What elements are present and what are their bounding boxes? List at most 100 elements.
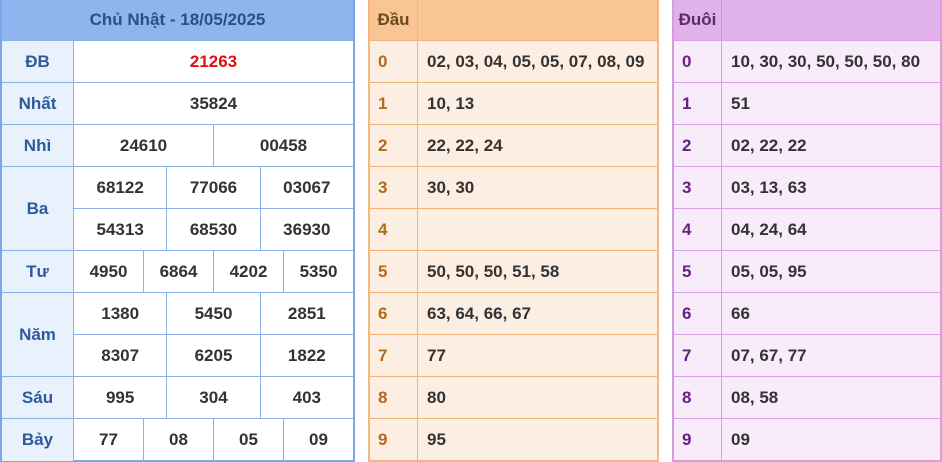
dau-values: 80 xyxy=(427,387,446,407)
special-prize-number: 21263 xyxy=(189,51,238,71)
prize-number: 2851 xyxy=(259,293,353,334)
prize-name: ĐB xyxy=(2,41,74,82)
duoi-key: 0 xyxy=(674,41,722,82)
prize-row-db: ĐB 21263 xyxy=(2,40,353,82)
prize-row-bay: Bảy 77 08 05 09 xyxy=(2,418,353,461)
prize-number: 03067 xyxy=(259,167,353,208)
dau-values: 95 xyxy=(427,429,446,449)
prize-number: 4202 xyxy=(213,251,283,292)
prize-number: 403 xyxy=(259,377,353,418)
prize-name: Tư xyxy=(2,251,74,292)
duoi-row: 9 09 xyxy=(674,418,940,460)
dau-key: 6 xyxy=(370,293,418,334)
prize-number: 54313 xyxy=(96,219,144,239)
prize-number: 304 xyxy=(166,377,259,418)
prize-number: 4950 xyxy=(89,261,128,281)
dau-header-label: Đầu xyxy=(370,0,418,40)
prize-row-nhi: Nhì 24610 00458 xyxy=(2,124,353,166)
duoi-header: Đuôi xyxy=(674,0,940,40)
prize-number: 68122 xyxy=(96,177,144,197)
dau-values: 50, 50, 50, 51, 58 xyxy=(427,261,560,281)
prize-number: 77066 xyxy=(166,167,259,208)
prize-number: 5350 xyxy=(283,251,353,292)
dau-values: 10, 13 xyxy=(427,93,475,113)
prize-name: Năm xyxy=(2,293,74,376)
dau-row: 0 02, 03, 04, 05, 05, 07, 08, 09 xyxy=(370,40,657,82)
prize-name: Nhì xyxy=(2,125,74,166)
dau-row: 3 30, 30 xyxy=(370,166,657,208)
dau-key: 7 xyxy=(370,335,418,376)
duoi-table: Đuôi 0 10, 30, 30, 50, 50, 50, 80 1 51 2 02… xyxy=(672,0,942,462)
dau-values: 02, 03, 04, 05, 05, 07, 08, 09 xyxy=(427,51,645,71)
duoi-row: 6 66 xyxy=(674,292,940,334)
prize-row-tu: Tư 4950 6864 4202 5350 xyxy=(2,250,353,292)
dau-key: 9 xyxy=(370,419,418,460)
prize-name: Nhất xyxy=(2,83,74,124)
prize-number: 24610 xyxy=(119,135,168,155)
duoi-values: 05, 05, 95 xyxy=(731,261,807,281)
duoi-row: 5 05, 05, 95 xyxy=(674,250,940,292)
duoi-values: 51 xyxy=(731,93,750,113)
duoi-row: 0 10, 30, 30, 50, 50, 50, 80 xyxy=(674,40,940,82)
prize-row-nam: Năm 1380 5450 2851 8307 6205 1822 xyxy=(2,292,353,376)
duoi-row: 3 03, 13, 63 xyxy=(674,166,940,208)
dau-values: 22, 22, 24 xyxy=(427,135,503,155)
duoi-key: 5 xyxy=(674,251,722,292)
dau-row: 4 xyxy=(370,208,657,250)
duoi-values: 66 xyxy=(731,303,750,323)
duoi-values: 07, 67, 77 xyxy=(731,345,807,365)
dau-row: 5 50, 50, 50, 51, 58 xyxy=(370,250,657,292)
dau-row: 7 77 xyxy=(370,334,657,376)
duoi-row: 1 51 xyxy=(674,82,940,124)
prize-number: 1380 xyxy=(101,303,140,323)
duoi-values: 09 xyxy=(731,429,750,449)
prize-row-ba: Ba 68122 77066 03067 54313 68530 36930 xyxy=(2,166,353,250)
dau-key: 3 xyxy=(370,167,418,208)
prize-number: 5450 xyxy=(166,293,259,334)
dau-row: 1 10, 13 xyxy=(370,82,657,124)
dau-key: 1 xyxy=(370,83,418,124)
results-title: Chủ Nhật - 18/05/2025 xyxy=(2,0,353,40)
dau-row: 2 22, 22, 24 xyxy=(370,124,657,166)
prize-number: 995 xyxy=(105,387,135,407)
duoi-key: 3 xyxy=(674,167,722,208)
duoi-values: 10, 30, 30, 50, 50, 50, 80 xyxy=(731,51,921,71)
dau-values: 63, 64, 66, 67 xyxy=(427,303,531,323)
prize-number: 09 xyxy=(283,419,353,461)
duoi-row: 4 04, 24, 64 xyxy=(674,208,940,250)
prize-number: 1822 xyxy=(259,335,353,376)
duoi-values: 02, 22, 22 xyxy=(731,135,807,155)
duoi-key: 8 xyxy=(674,377,722,418)
prize-number: 68530 xyxy=(166,209,259,250)
dau-values: 30, 30 xyxy=(427,177,475,197)
duoi-key: 4 xyxy=(674,209,722,250)
prize-number: 6864 xyxy=(143,251,213,292)
duoi-header-label: Đuôi xyxy=(674,0,722,40)
prize-number: 36930 xyxy=(259,209,353,250)
dau-values xyxy=(418,209,657,250)
dau-key: 5 xyxy=(370,251,418,292)
duoi-row: 7 07, 67, 77 xyxy=(674,334,940,376)
prize-grid: ĐB 21263 Nhất 35824 Nhì 24610 00458 Ba 6… xyxy=(2,40,353,461)
duoi-key: 2 xyxy=(674,125,722,166)
dau-key: 8 xyxy=(370,377,418,418)
duoi-values: 08, 58 xyxy=(731,387,779,407)
prize-row-nhat: Nhất 35824 xyxy=(2,82,353,124)
duoi-values: 04, 24, 64 xyxy=(731,219,807,239)
prize-name: Ba xyxy=(2,167,74,250)
duoi-row: 8 08, 58 xyxy=(674,376,940,418)
results-table: Chủ Nhật - 18/05/2025 ĐB 21263 Nhất 3582… xyxy=(0,0,355,462)
duoi-key: 9 xyxy=(674,419,722,460)
dau-values: 77 xyxy=(427,345,446,365)
dau-row: 6 63, 64, 66, 67 xyxy=(370,292,657,334)
prize-number: 6205 xyxy=(166,335,259,376)
duoi-key: 6 xyxy=(674,293,722,334)
duoi-key: 1 xyxy=(674,83,722,124)
dau-table: Đầu 0 02, 03, 04, 05, 05, 07, 08, 09 1 10,… xyxy=(368,0,659,462)
prize-number: 05 xyxy=(213,419,283,461)
duoi-row: 2 02, 22, 22 xyxy=(674,124,940,166)
dau-row: 9 95 xyxy=(370,418,657,460)
dau-key: 0 xyxy=(370,41,418,82)
duoi-key: 7 xyxy=(674,335,722,376)
dau-key: 4 xyxy=(370,209,418,250)
